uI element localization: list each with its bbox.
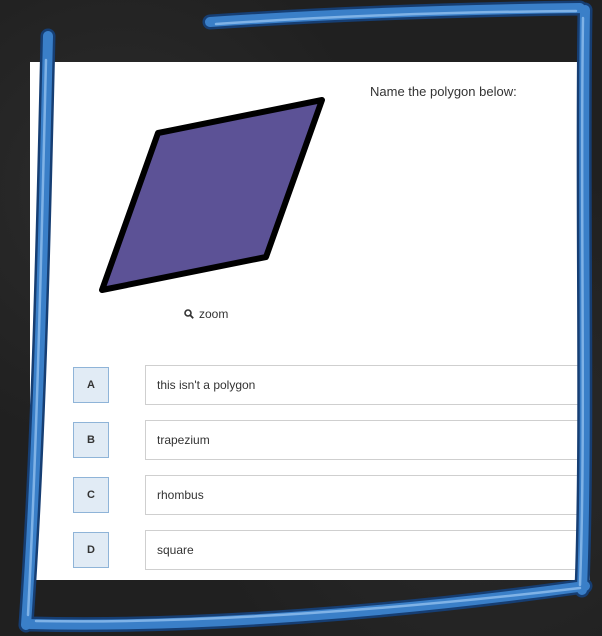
option-d-letter[interactable]: D: [73, 532, 109, 568]
option-a-letter[interactable]: A: [73, 367, 109, 403]
option-d-answer[interactable]: square: [145, 530, 590, 570]
zoom-button[interactable]: zoom: [184, 307, 228, 321]
zoom-label: zoom: [199, 307, 229, 321]
option-b-letter[interactable]: B: [73, 422, 109, 458]
polygon-figure: [99, 97, 325, 293]
option-b-answer[interactable]: trapezium: [145, 420, 590, 460]
parallelogram-shape: [99, 97, 325, 293]
search-icon: [184, 309, 194, 319]
option-c-letter[interactable]: C: [73, 477, 109, 513]
option-a-answer[interactable]: this isn't a polygon: [145, 365, 590, 405]
question-text: Name the polygon below:: [370, 84, 517, 99]
option-c-answer[interactable]: rhombus: [145, 475, 590, 515]
